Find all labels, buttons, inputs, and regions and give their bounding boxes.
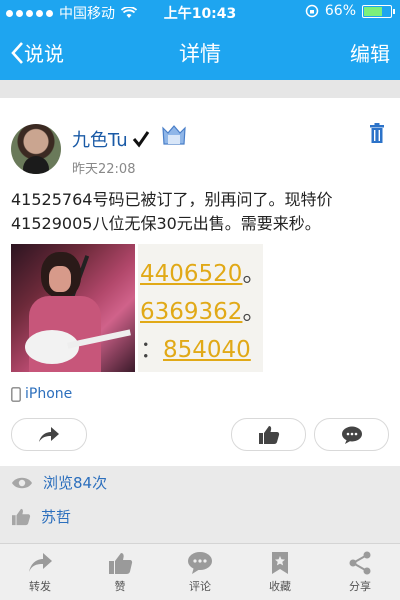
forward-icon (39, 426, 59, 442)
image-number: 4406520 (140, 261, 243, 287)
tab-label: 收藏 (269, 579, 291, 593)
source-label: iPhone (25, 386, 73, 402)
image-line: ：854040 (140, 330, 251, 364)
bookmark-icon (272, 551, 288, 574)
trash-icon[interactable] (369, 123, 385, 143)
tab-label: 评论 (189, 579, 211, 593)
post-time: 昨天22:08 (72, 162, 136, 177)
battery-percent: 66% (324, 3, 356, 19)
likes-row: 苏哲 (11, 506, 71, 527)
rotation-lock-icon (305, 4, 319, 18)
tab-favorite[interactable]: 收藏 (240, 544, 320, 600)
comment-icon (341, 426, 362, 444)
tab-forward[interactable]: 转发 (0, 544, 80, 600)
post-number-image[interactable]: 4406520。 6369362。 ：854040 (138, 244, 265, 372)
page-title: 详情 (179, 42, 221, 66)
checkmark-icon (132, 131, 149, 148)
nav-bar: 说说 详情 编辑 (0, 24, 400, 80)
image-number: 854040 (163, 337, 251, 363)
tab-comment[interactable]: 评论 (160, 544, 240, 600)
image-number: 6369362 (140, 299, 243, 325)
vip-badge-icon[interactable] (160, 124, 188, 150)
post-photo[interactable] (11, 244, 135, 372)
image-prefix: ： (140, 337, 163, 363)
views-count: 浏览84次 (43, 474, 108, 492)
battery-icon (362, 4, 395, 18)
image-suffix: 。 (242, 261, 266, 287)
comment-pill-button[interactable] (314, 418, 389, 451)
post-source: iPhone (11, 386, 72, 402)
edit-button[interactable]: 编辑 (350, 38, 390, 67)
status-right: 66% (305, 3, 395, 19)
author-name-text: 九色Tu (72, 130, 128, 151)
post-card: 九色Tu 昨天22:08 41525764号码已被订了，别再问了。现特价4152… (0, 98, 400, 466)
bottom-tab-bar: 转发 赞 评论 收藏 分享 (0, 543, 400, 600)
tab-label: 分享 (349, 579, 371, 593)
phone-icon (11, 386, 21, 402)
image-suffix: 。 (242, 299, 266, 325)
post-text: 41525764号码已被订了，别再问了。现特价41529005八位无保30元出售… (11, 190, 333, 233)
liker-name[interactable]: 苏哲 (41, 506, 71, 527)
thumb-up-icon (258, 425, 279, 444)
forward-pill-button[interactable] (11, 418, 87, 451)
eye-icon (12, 477, 32, 488)
tab-like[interactable]: 赞 (80, 544, 160, 600)
forward-icon (29, 552, 52, 572)
image-line: 6369362。 (140, 292, 265, 326)
tab-share[interactable]: 分享 (320, 544, 400, 600)
thumb-up-icon (12, 508, 31, 525)
status-bar: 中国移动 上午10:43 66% (0, 0, 400, 24)
like-pill-button[interactable] (231, 418, 306, 451)
tab-label: 赞 (114, 579, 126, 593)
share-icon (349, 551, 371, 574)
thumb-up-icon (109, 552, 133, 574)
avatar[interactable] (11, 124, 61, 174)
comment-icon (188, 551, 212, 574)
image-line: 4406520。 (140, 254, 265, 288)
author-name[interactable]: 九色Tu (72, 126, 150, 152)
divider (0, 80, 400, 98)
views-row: 浏览84次 (11, 472, 107, 493)
tab-label: 转发 (29, 579, 51, 593)
